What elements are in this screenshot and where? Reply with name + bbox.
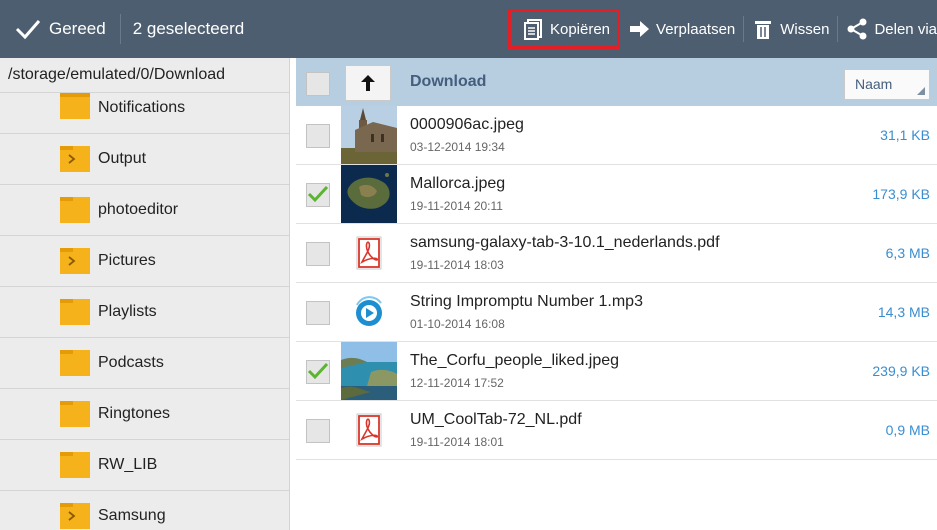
folder-icon — [60, 401, 90, 427]
arrow-right-icon — [630, 21, 650, 37]
folder-item-rw-lib[interactable]: RW_LIB — [0, 440, 289, 491]
file-name: String Impromptu Number 1.mp3 — [410, 293, 643, 310]
file-name: samsung-galaxy-tab-3-10.1_nederlands.pdf — [410, 234, 720, 251]
folder-item-pictures[interactable]: Pictures — [0, 236, 289, 287]
file-name: 0000906ac.jpeg — [410, 116, 524, 133]
file-row[interactable]: String Impromptu Number 1.mp3 01-10-2014… — [296, 283, 937, 342]
row-checkbox[interactable] — [306, 183, 330, 207]
file-name: UM_CoolTab-72_NL.pdf — [410, 411, 582, 428]
divider — [119, 14, 121, 44]
move-label: Verplaatsen — [656, 20, 736, 38]
file-size: 173,9 KB — [872, 186, 930, 202]
church-photo-thumbnail — [341, 106, 397, 164]
folder-name: Notifications — [98, 99, 186, 116]
folder-name: Samsung — [98, 507, 166, 524]
folder-icon — [60, 197, 90, 223]
folder-name: RW_LIB — [98, 456, 158, 473]
folder-arrow-icon — [60, 146, 90, 172]
pdf-icon — [356, 236, 382, 270]
pdf-icon — [356, 413, 382, 447]
delete-button[interactable]: Wissen — [744, 0, 837, 58]
folder-item-notifications[interactable]: Notifications — [0, 93, 289, 134]
row-checkbox[interactable] — [306, 360, 330, 384]
row-checkbox[interactable] — [306, 124, 330, 148]
list-header: Download Naam — [296, 58, 937, 106]
coast-photo-thumbnail — [341, 342, 397, 400]
dropdown-corner-icon — [917, 87, 925, 95]
sort-label: Naam — [855, 76, 893, 92]
file-row[interactable]: Mallorca.jpeg 19-11-2014 20:11 173,9 KB — [296, 165, 937, 224]
folder-title: Download — [410, 73, 487, 90]
row-checkbox[interactable] — [306, 242, 330, 266]
row-checkbox[interactable] — [306, 419, 330, 443]
file-row[interactable]: The_Corfu_people_liked.jpeg 12-11-2014 1… — [296, 342, 937, 401]
current-path: /storage/emulated/0/Download — [0, 58, 289, 93]
folder-item-output[interactable]: Output — [0, 134, 289, 185]
folder-icon — [60, 350, 90, 376]
file-size: 239,9 KB — [872, 363, 930, 379]
action-bar: Gereed 2 geselecteerd Kopiëren Verplaats… — [0, 0, 937, 58]
file-size: 14,3 MB — [877, 304, 930, 320]
folder-name: Output — [98, 150, 147, 167]
trash-icon — [755, 21, 772, 39]
file-size: 6,3 MB — [885, 245, 930, 261]
file-date: 12-11-2014 17:52 — [410, 376, 504, 390]
copy-label: Kopiëren — [549, 20, 611, 38]
sort-dropdown[interactable]: Naam — [844, 69, 930, 100]
file-date: 19-11-2014 20:11 — [410, 199, 503, 213]
select-all-checkbox[interactable] — [306, 72, 330, 96]
satellite-photo-thumbnail — [341, 165, 397, 223]
file-date: 19-11-2014 18:03 — [410, 258, 504, 272]
selected-count: 2 geselecteerd — [132, 19, 245, 38]
folder-item-playlists[interactable]: Playlists — [0, 287, 289, 338]
file-list-pane: Download Naam 0000906ac.jpeg 03-12-2014 … — [296, 58, 937, 530]
arrow-up-icon — [361, 75, 375, 91]
delete-label: Wissen — [780, 20, 830, 38]
folder-name: Playlists — [98, 303, 157, 320]
file-row[interactable]: UM_CoolTab-72_NL.pdf 19-11-2014 18:01 0,… — [296, 401, 937, 460]
folder-icon — [60, 452, 90, 478]
done-button[interactable]: Gereed — [0, 0, 120, 58]
folder-arrow-icon — [60, 248, 90, 274]
folder-icon — [60, 299, 90, 325]
folder-name: photoeditor — [98, 201, 179, 218]
file-size: 0,9 MB — [885, 422, 930, 438]
folder-item-samsung[interactable]: Samsung — [0, 491, 289, 530]
folder-pane: /storage/emulated/0/Download Notificatio… — [0, 58, 290, 530]
folder-name: Ringtones — [98, 405, 171, 422]
checkmark-icon — [307, 185, 329, 203]
file-size: 31,1 KB — [880, 127, 930, 143]
folder-arrow-icon — [60, 503, 90, 529]
folder-name: Podcasts — [98, 354, 164, 371]
file-name: The_Corfu_people_liked.jpeg — [410, 352, 620, 369]
file-row[interactable]: samsung-galaxy-tab-3-10.1_nederlands.pdf… — [296, 224, 937, 283]
up-folder-button[interactable] — [345, 65, 391, 101]
file-date: 01-10-2014 16:08 — [410, 317, 505, 331]
checkmark-icon — [15, 20, 41, 40]
file-name: Mallorca.jpeg — [410, 175, 506, 192]
folder-item-podcasts[interactable]: Podcasts — [0, 338, 289, 389]
copy-icon — [523, 19, 542, 40]
file-date: 03-12-2014 19:34 — [410, 140, 505, 154]
share-icon — [847, 18, 867, 40]
folder-item-ringtones[interactable]: Ringtones — [0, 389, 289, 440]
share-label: Delen via — [874, 20, 937, 38]
copy-button[interactable]: Kopiëren — [507, 9, 621, 49]
row-checkbox[interactable] — [306, 301, 330, 325]
music-icon — [356, 296, 382, 326]
share-button[interactable]: Delen via — [838, 0, 937, 58]
folder-name: Pictures — [98, 252, 156, 269]
done-label: Gereed — [49, 19, 106, 38]
checkmark-icon — [307, 362, 329, 380]
file-row[interactable]: 0000906ac.jpeg 03-12-2014 19:34 31,1 KB — [296, 106, 937, 165]
folder-icon — [60, 93, 90, 119]
folder-item-photoeditor[interactable]: photoeditor — [0, 185, 289, 236]
file-date: 19-11-2014 18:01 — [410, 435, 504, 449]
move-button[interactable]: Verplaatsen — [620, 0, 743, 58]
